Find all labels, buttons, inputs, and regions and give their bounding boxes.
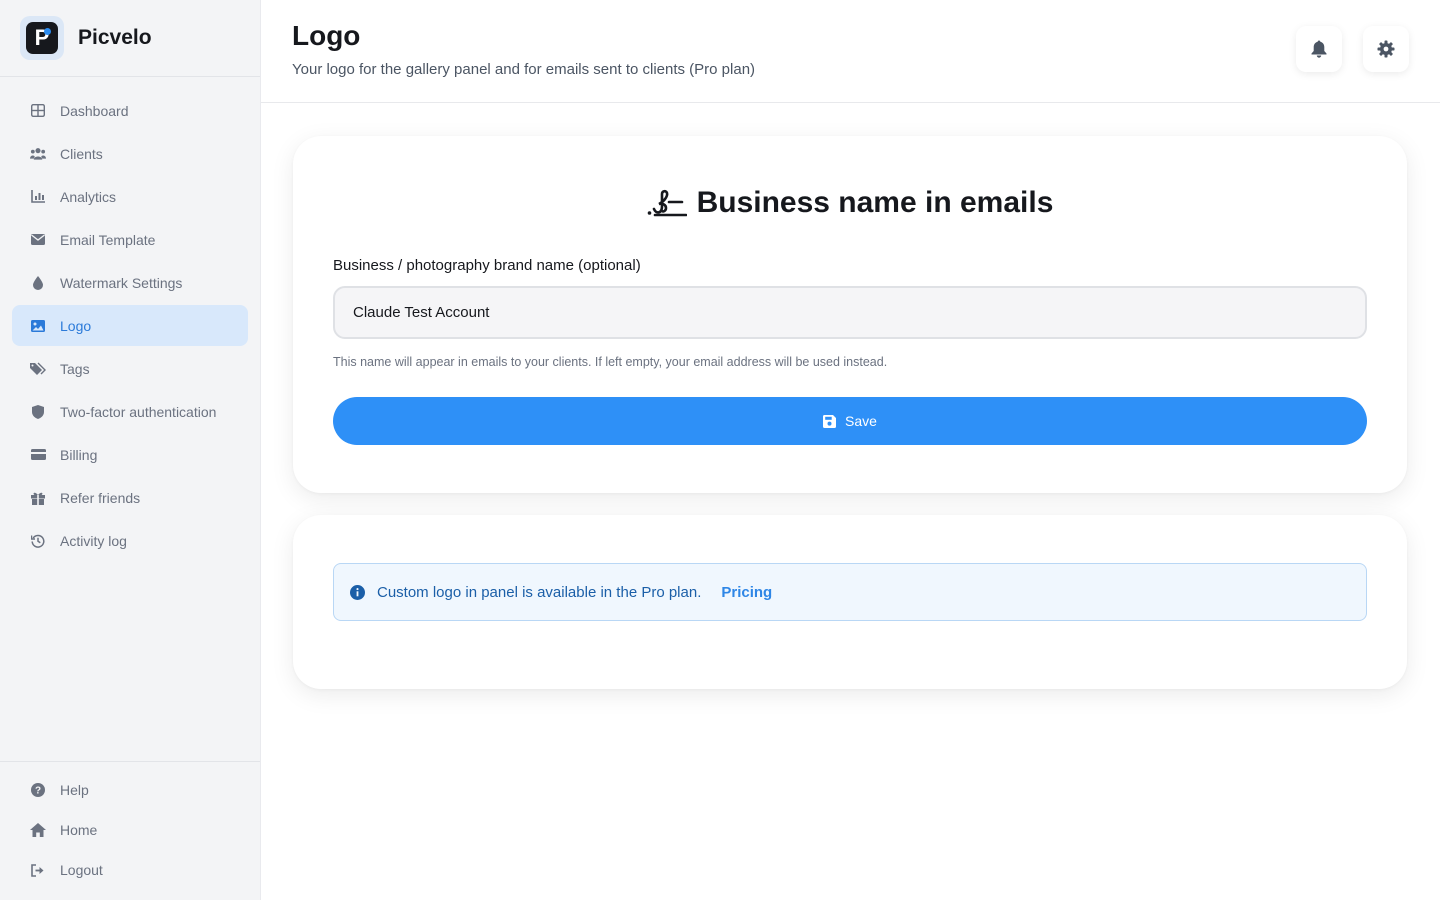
logout-icon	[30, 862, 46, 878]
sidebar-item-label: Billing	[60, 446, 98, 463]
shield-icon	[30, 404, 46, 420]
sidebar-item-label: Home	[60, 822, 98, 838]
business-name-label: Business / photography brand name (optio…	[333, 257, 641, 274]
sidebar-item-logout[interactable]: Logout	[12, 850, 248, 890]
notifications-button[interactable]	[1296, 26, 1342, 72]
sidebar-item-email-template[interactable]: Email Template	[12, 219, 248, 260]
pro-plan-alert: Custom logo in panel is available in the…	[333, 563, 1367, 621]
sidebar-item-label: Watermark Settings	[60, 274, 183, 291]
sidebar-item-label: Email Template	[60, 231, 156, 248]
sidebar-item-label: Help	[60, 782, 89, 798]
sidebar-item-clients[interactable]: Clients	[12, 133, 248, 174]
bell-icon	[1311, 40, 1327, 58]
business-name-card: Business name in emails Business / photo…	[293, 136, 1407, 493]
custom-logo-card: Custom logo in panel is available in the…	[293, 515, 1407, 689]
pro-plan-alert-text: Custom logo in panel is available in the…	[377, 583, 702, 601]
save-button-label: Save	[845, 413, 877, 429]
sidebar-item-billing[interactable]: Billing	[12, 434, 248, 475]
sidebar-item-label: Refer friends	[60, 489, 141, 506]
brand-name: Picvelo	[78, 26, 152, 49]
sidebar-item-activity-log[interactable]: Activity log	[12, 520, 248, 561]
sidebar-item-label: Logo	[60, 317, 92, 334]
sidebar-item-label: Dashboard	[60, 102, 129, 119]
business-name-help-text: This name will appear in emails to your …	[333, 355, 888, 369]
sidebar-item-help[interactable]: ? Help	[12, 770, 248, 810]
sidebar-item-two-factor[interactable]: Two-factor authentication	[12, 391, 248, 432]
sidebar-item-label: Analytics	[60, 188, 117, 205]
sidebar-item-tags[interactable]: Tags	[12, 348, 248, 389]
page-header: Logo Your logo for the gallery panel and…	[261, 0, 1440, 103]
sidebar-item-refer-friends[interactable]: Refer friends	[12, 477, 248, 518]
droplet-icon	[30, 275, 46, 291]
sidebar-item-label: Logout	[60, 862, 103, 878]
floppy-disk-icon	[823, 414, 837, 428]
history-icon	[30, 533, 46, 549]
business-name-card-title: Business name in emails	[293, 186, 1407, 220]
sidebar-item-logo[interactable]: Logo	[12, 305, 248, 346]
info-icon	[350, 584, 365, 600]
gift-icon	[30, 490, 46, 506]
sidebar: P Picvelo Dashboard Clients Analytics Em…	[0, 0, 261, 900]
sidebar-item-home[interactable]: Home	[12, 810, 248, 850]
page-title: Logo	[292, 20, 361, 51]
page-subtitle: Your logo for the gallery panel and for …	[292, 61, 756, 78]
svg-text:?: ?	[35, 786, 41, 797]
business-name-input[interactable]	[333, 286, 1367, 339]
pricing-link[interactable]: Pricing	[721, 584, 772, 601]
credit-card-icon	[30, 447, 46, 463]
save-button[interactable]: Save	[333, 397, 1367, 445]
brand-logo-icon: P	[20, 16, 64, 60]
brand[interactable]: P Picvelo	[0, 0, 260, 77]
dashboard-icon	[30, 103, 46, 119]
sidebar-item-watermark-settings[interactable]: Watermark Settings	[12, 262, 248, 303]
sidebar-item-label: Two-factor authentication	[60, 403, 217, 420]
envelope-icon	[30, 232, 46, 248]
chart-icon	[30, 189, 46, 205]
home-icon	[30, 822, 46, 838]
sidebar-item-label: Activity log	[60, 532, 127, 549]
question-icon: ?	[30, 782, 46, 798]
sidebar-item-label: Clients	[60, 145, 103, 162]
image-icon	[30, 318, 46, 334]
sidebar-item-analytics[interactable]: Analytics	[12, 176, 248, 217]
card-title-text: Business name in emails	[696, 186, 1054, 219]
sidebar-item-dashboard[interactable]: Dashboard	[12, 90, 248, 131]
sidebar-bottom-nav: ? Help Home Logout	[0, 761, 260, 890]
users-icon	[30, 146, 46, 162]
signature-icon	[647, 188, 687, 218]
tags-icon	[30, 361, 46, 377]
sidebar-item-label: Tags	[60, 360, 90, 377]
settings-button[interactable]	[1363, 26, 1409, 72]
gear-icon	[1377, 40, 1395, 58]
sidebar-nav: Dashboard Clients Analytics Email Templa…	[0, 77, 260, 561]
